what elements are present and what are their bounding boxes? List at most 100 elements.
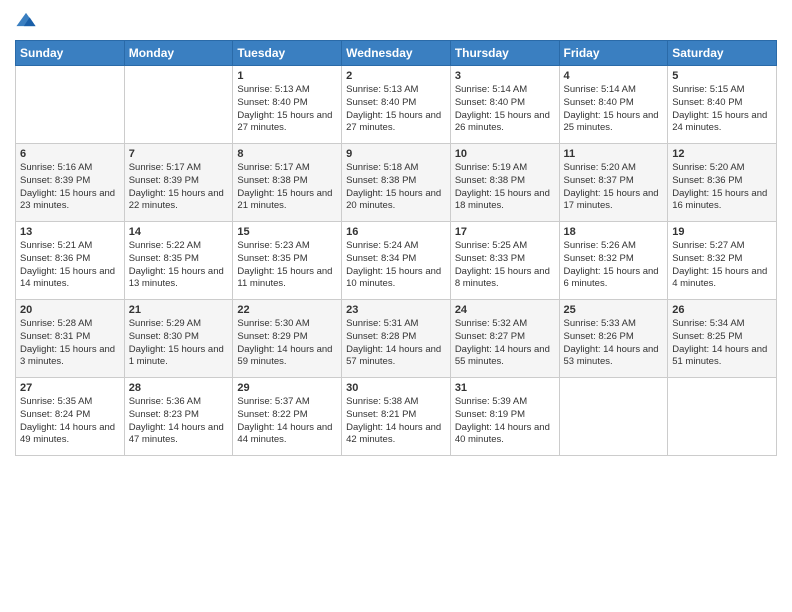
day-number: 21: [129, 304, 229, 316]
calendar-cell: 23Sunrise: 5:31 AMSunset: 8:28 PMDayligh…: [342, 300, 451, 378]
day-number: 6: [20, 148, 120, 160]
day-number: 1: [237, 70, 337, 82]
day-number: 22: [237, 304, 337, 316]
calendar-cell: 5 Sunrise: 5:15 AMSunset: 8:40 PMDaylight…: [668, 66, 777, 144]
day-info: Sunrise: 5:28 AMSunset: 8:31 PMDaylight:…: [20, 318, 120, 369]
day-info: Sunrise: 5:36 AMSunset: 8:23 PMDaylight:…: [129, 396, 229, 447]
calendar-table: SundayMondayTuesdayWednesdayThursdayFrid…: [15, 40, 777, 456]
day-info: Sunrise: 5:24 AMSunset: 8:34 PMDaylight:…: [346, 240, 446, 291]
day-info: Sunrise: 5:33 AMSunset: 8:26 PMDaylight:…: [564, 318, 664, 369]
day-info: Sunrise: 5:13 AMSunset: 8:40 PMDaylight:…: [346, 84, 446, 135]
day-info: Sunrise: 5:29 AMSunset: 8:30 PMDaylight:…: [129, 318, 229, 369]
logo: [15, 10, 39, 32]
day-info: Sunrise: 5:17 AMSunset: 8:39 PMDaylight:…: [129, 162, 229, 213]
day-info: Sunrise: 5:27 AMSunset: 8:32 PMDaylight:…: [672, 240, 772, 291]
logo-icon: [15, 10, 37, 32]
calendar-cell: 8 Sunrise: 5:17 AMSunset: 8:38 PMDaylight…: [233, 144, 342, 222]
day-number: 7: [129, 148, 229, 160]
calendar-cell: [559, 378, 668, 456]
weekday-header-saturday: Saturday: [668, 41, 777, 66]
day-number: 4: [564, 70, 664, 82]
day-number: 30: [346, 382, 446, 394]
calendar-week-row: 20 Sunrise: 5:28 AMSunset: 8:31 PMDayligh…: [16, 300, 777, 378]
calendar-cell: 30Sunrise: 5:38 AMSunset: 8:21 PMDayligh…: [342, 378, 451, 456]
calendar-cell: 7 Sunrise: 5:17 AMSunset: 8:39 PMDaylight…: [124, 144, 233, 222]
day-info: Sunrise: 5:20 AMSunset: 8:37 PMDaylight:…: [564, 162, 664, 213]
day-info: Sunrise: 5:39 AMSunset: 8:19 PMDaylight:…: [455, 396, 555, 447]
day-number: 8: [237, 148, 337, 160]
day-info: Sunrise: 5:31 AMSunset: 8:28 PMDaylight:…: [346, 318, 446, 369]
calendar-page: SundayMondayTuesdayWednesdayThursdayFrid…: [0, 0, 792, 466]
calendar-week-row: 6Sunrise: 5:16 AMSunset: 8:39 PMDaylight…: [16, 144, 777, 222]
day-info: Sunrise: 5:15 AMSunset: 8:40 PMDaylight:…: [672, 84, 772, 135]
day-info: Sunrise: 5:37 AMSunset: 8:22 PMDaylight:…: [237, 396, 337, 447]
day-info: Sunrise: 5:17 AMSunset: 8:38 PMDaylight:…: [237, 162, 337, 213]
calendar-cell: 26 Sunrise: 5:34 AMSunset: 8:25 PMDayligh…: [668, 300, 777, 378]
calendar-week-row: 13 Sunrise: 5:21 AMSunset: 8:36 PMDayligh…: [16, 222, 777, 300]
weekday-header-tuesday: Tuesday: [233, 41, 342, 66]
calendar-cell: 20 Sunrise: 5:28 AMSunset: 8:31 PMDayligh…: [16, 300, 125, 378]
calendar-cell: 24Sunrise: 5:32 AMSunset: 8:27 PMDayligh…: [450, 300, 559, 378]
day-info: Sunrise: 5:23 AMSunset: 8:35 PMDaylight:…: [237, 240, 337, 291]
calendar-cell: 17 Sunrise: 5:25 AMSunset: 8:33 PMDayligh…: [450, 222, 559, 300]
calendar-cell: 15Sunrise: 5:23 AMSunset: 8:35 PMDayligh…: [233, 222, 342, 300]
calendar-cell: 18 Sunrise: 5:26 AMSunset: 8:32 PMDayligh…: [559, 222, 668, 300]
day-number: 28: [129, 382, 229, 394]
day-number: 16: [346, 226, 446, 238]
calendar-cell: [16, 66, 125, 144]
day-number: 18: [564, 226, 664, 238]
day-number: 13: [20, 226, 120, 238]
calendar-cell: 21 Sunrise: 5:29 AMSunset: 8:30 PMDayligh…: [124, 300, 233, 378]
calendar-cell: 12Sunrise: 5:20 AMSunset: 8:36 PMDayligh…: [668, 144, 777, 222]
day-number: 20: [20, 304, 120, 316]
day-number: 9: [346, 148, 446, 160]
calendar-cell: 31 Sunrise: 5:39 AMSunset: 8:19 PMDayligh…: [450, 378, 559, 456]
day-number: 2: [346, 70, 446, 82]
day-info: Sunrise: 5:13 AMSunset: 8:40 PMDaylight:…: [237, 84, 337, 135]
day-number: 26: [672, 304, 772, 316]
day-info: Sunrise: 5:21 AMSunset: 8:36 PMDaylight:…: [20, 240, 120, 291]
weekday-header-friday: Friday: [559, 41, 668, 66]
day-info: Sunrise: 5:20 AMSunset: 8:36 PMDaylight:…: [672, 162, 772, 213]
day-number: 25: [564, 304, 664, 316]
day-number: 17: [455, 226, 555, 238]
day-number: 5: [672, 70, 772, 82]
calendar-cell: 6Sunrise: 5:16 AMSunset: 8:39 PMDaylight…: [16, 144, 125, 222]
weekday-header-monday: Monday: [124, 41, 233, 66]
calendar-cell: 4 Sunrise: 5:14 AMSunset: 8:40 PMDaylight…: [559, 66, 668, 144]
calendar-cell: 27 Sunrise: 5:35 AMSunset: 8:24 PMDayligh…: [16, 378, 125, 456]
day-info: Sunrise: 5:30 AMSunset: 8:29 PMDaylight:…: [237, 318, 337, 369]
day-info: Sunrise: 5:26 AMSunset: 8:32 PMDaylight:…: [564, 240, 664, 291]
day-info: Sunrise: 5:14 AMSunset: 8:40 PMDaylight:…: [564, 84, 664, 135]
weekday-header-row: SundayMondayTuesdayWednesdayThursdayFrid…: [16, 41, 777, 66]
calendar-cell: 11 Sunrise: 5:20 AMSunset: 8:37 PMDayligh…: [559, 144, 668, 222]
day-info: Sunrise: 5:35 AMSunset: 8:24 PMDaylight:…: [20, 396, 120, 447]
day-number: 11: [564, 148, 664, 160]
weekday-header-sunday: Sunday: [16, 41, 125, 66]
calendar-cell: 29Sunrise: 5:37 AMSunset: 8:22 PMDayligh…: [233, 378, 342, 456]
day-number: 19: [672, 226, 772, 238]
calendar-cell: 22 Sunrise: 5:30 AMSunset: 8:29 PMDayligh…: [233, 300, 342, 378]
calendar-week-row: 1 Sunrise: 5:13 AMSunset: 8:40 PMDaylight…: [16, 66, 777, 144]
calendar-week-row: 27 Sunrise: 5:35 AMSunset: 8:24 PMDayligh…: [16, 378, 777, 456]
day-info: Sunrise: 5:22 AMSunset: 8:35 PMDaylight:…: [129, 240, 229, 291]
calendar-cell: 19 Sunrise: 5:27 AMSunset: 8:32 PMDayligh…: [668, 222, 777, 300]
calendar-cell: 2 Sunrise: 5:13 AMSunset: 8:40 PMDaylight…: [342, 66, 451, 144]
day-number: 3: [455, 70, 555, 82]
calendar-cell: 1 Sunrise: 5:13 AMSunset: 8:40 PMDaylight…: [233, 66, 342, 144]
day-info: Sunrise: 5:25 AMSunset: 8:33 PMDaylight:…: [455, 240, 555, 291]
day-info: Sunrise: 5:34 AMSunset: 8:25 PMDaylight:…: [672, 318, 772, 369]
calendar-cell: 13 Sunrise: 5:21 AMSunset: 8:36 PMDayligh…: [16, 222, 125, 300]
day-number: 14: [129, 226, 229, 238]
header: [15, 10, 777, 32]
day-info: Sunrise: 5:18 AMSunset: 8:38 PMDaylight:…: [346, 162, 446, 213]
day-info: Sunrise: 5:14 AMSunset: 8:40 PMDaylight:…: [455, 84, 555, 135]
day-info: Sunrise: 5:19 AMSunset: 8:38 PMDaylight:…: [455, 162, 555, 213]
day-number: 27: [20, 382, 120, 394]
calendar-cell: 10Sunrise: 5:19 AMSunset: 8:38 PMDayligh…: [450, 144, 559, 222]
weekday-header-thursday: Thursday: [450, 41, 559, 66]
day-number: 31: [455, 382, 555, 394]
calendar-cell: 28 Sunrise: 5:36 AMSunset: 8:23 PMDayligh…: [124, 378, 233, 456]
calendar-cell: [124, 66, 233, 144]
calendar-cell: 3 Sunrise: 5:14 AMSunset: 8:40 PMDaylight…: [450, 66, 559, 144]
